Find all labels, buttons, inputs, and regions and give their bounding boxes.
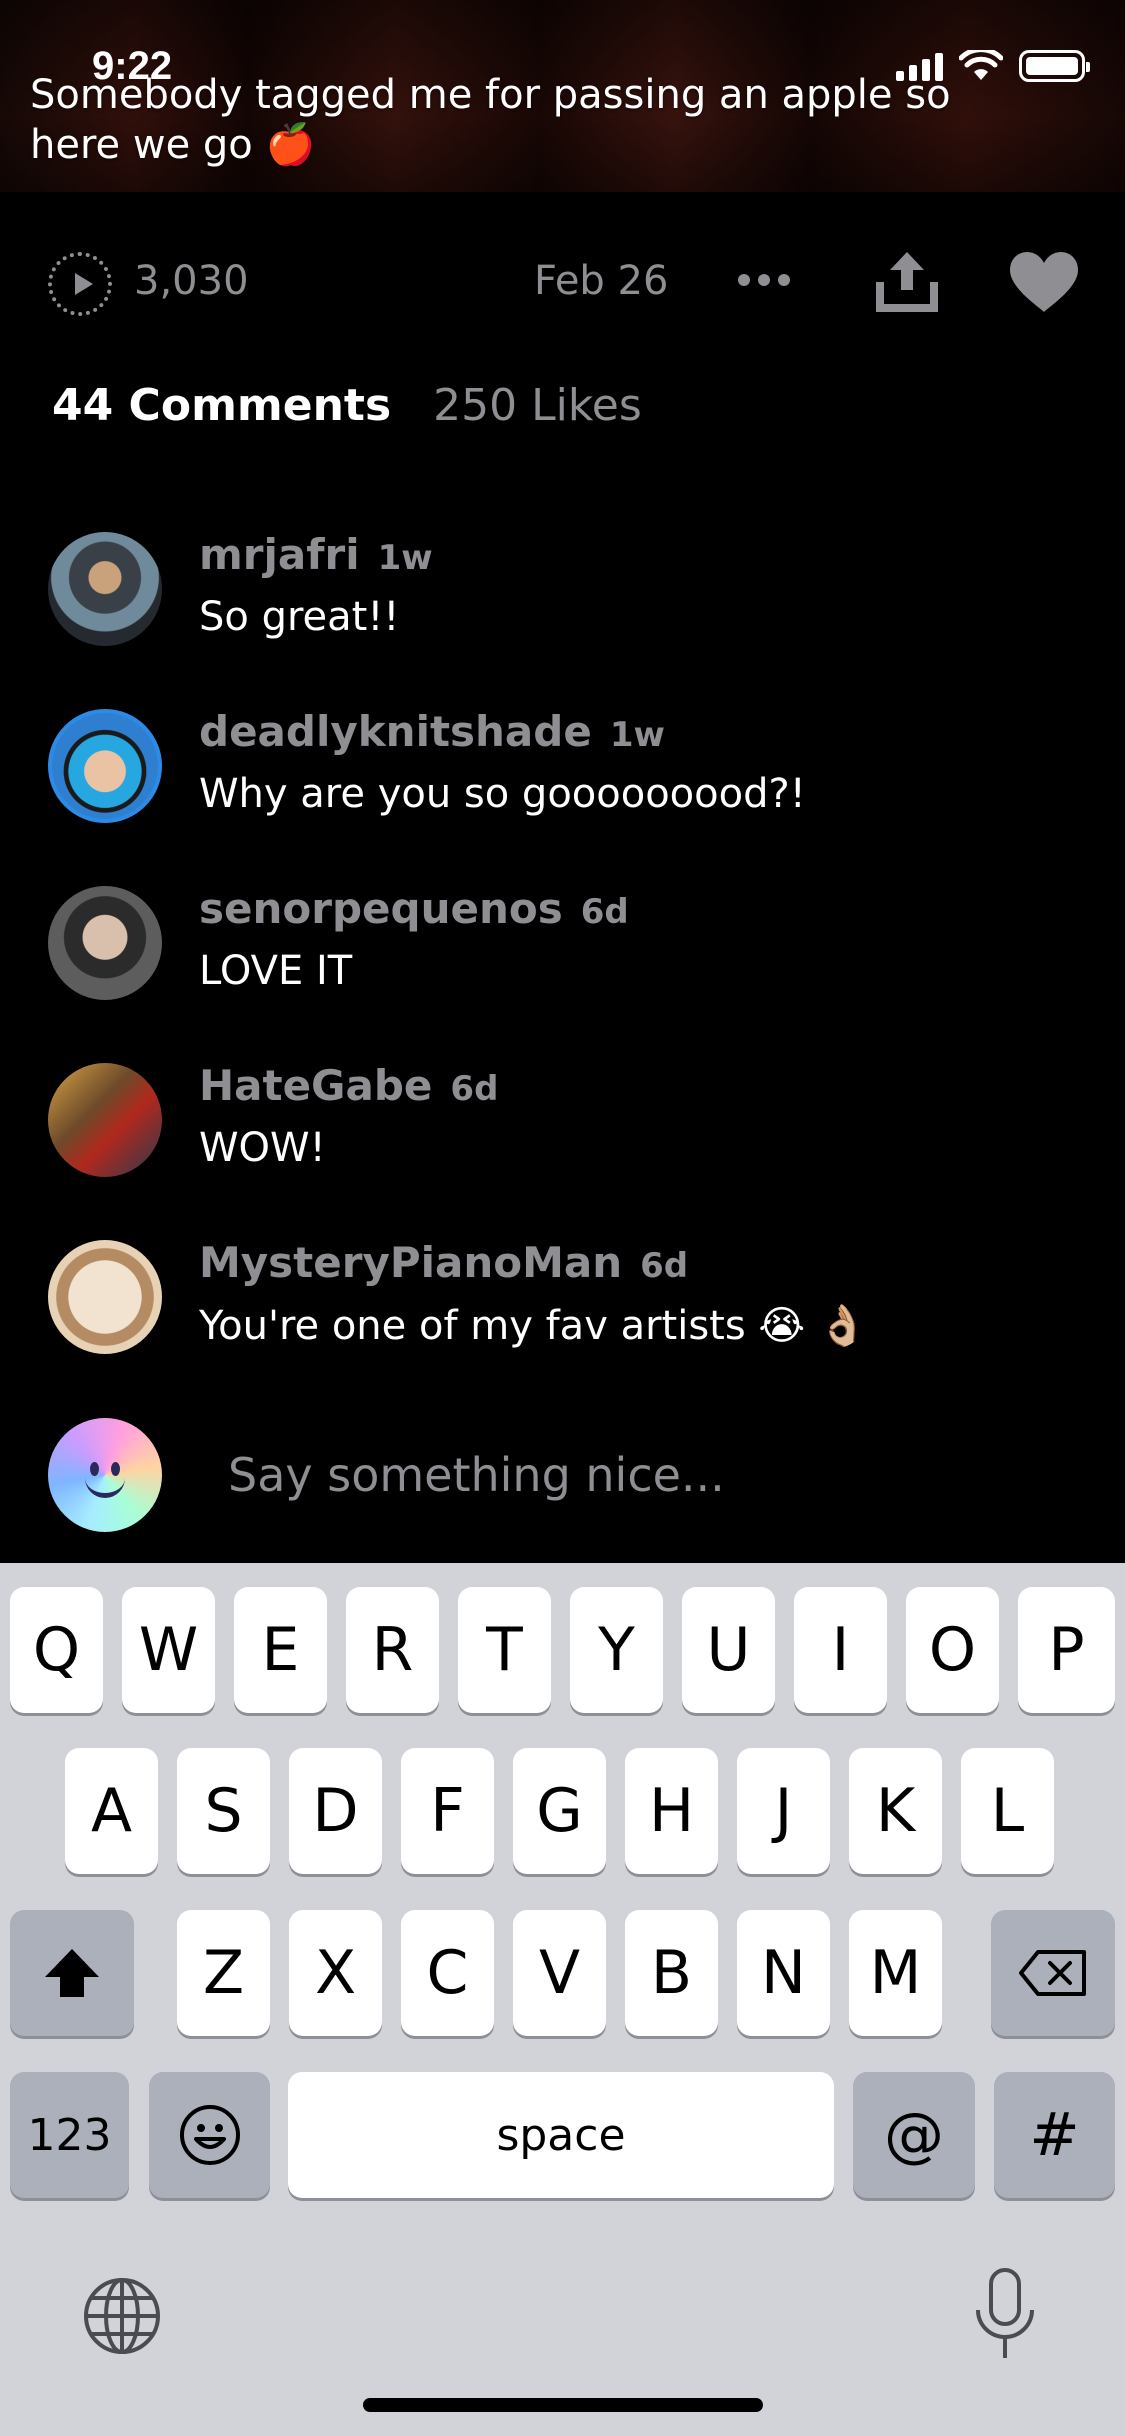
key-i[interactable]: I — [794, 1587, 887, 1713]
comment-username[interactable]: senorpequenos — [199, 884, 563, 933]
avatar[interactable] — [48, 886, 162, 1000]
globe-icon[interactable] — [82, 2276, 162, 2356]
key-g[interactable]: G — [513, 1748, 606, 1874]
post-meta-row: 3,030 Feb 26 — [0, 232, 1125, 332]
avatar[interactable] — [48, 532, 162, 646]
comment-text: LOVE IT — [199, 948, 353, 994]
home-indicator[interactable] — [363, 2398, 763, 2412]
comment-item[interactable]: senorpequenos 6d LOVE IT — [0, 854, 1125, 1004]
comment-username-row[interactable]: HateGabe 6d — [199, 1061, 498, 1110]
comment-username-row[interactable]: MysteryPianoMan 6d — [199, 1238, 688, 1287]
comment-username-row[interactable]: mrjafri 1w — [199, 530, 433, 579]
key-j[interactable]: J — [737, 1748, 830, 1874]
status-icons — [896, 50, 1090, 82]
comment-text: Why are you so gooooooood?! — [199, 771, 806, 817]
comment-text: You're one of my fav artists 😭 👌🏼 — [199, 1303, 868, 1349]
key-a[interactable]: A — [65, 1748, 158, 1874]
key-f[interactable]: F — [401, 1748, 494, 1874]
video-caption: Somebody tagged me for passing an apple … — [30, 72, 951, 168]
comment-username-row[interactable]: deadlyknitshade 1w — [199, 707, 665, 756]
post-date: Feb 26 — [534, 258, 669, 304]
key-w[interactable]: W — [122, 1587, 215, 1713]
key-s[interactable]: S — [177, 1748, 270, 1874]
comment-item[interactable]: mrjafri 1w So great!! — [0, 500, 1125, 650]
avatar[interactable] — [48, 1063, 162, 1177]
status-time: 9:22 — [92, 44, 173, 88]
comment-age: 1w — [609, 715, 665, 755]
user-avatar — [48, 1418, 162, 1532]
key-z[interactable]: Z — [177, 1910, 270, 2036]
key-k[interactable]: K — [849, 1748, 942, 1874]
comment-age: 6d — [450, 1069, 499, 1109]
key-u[interactable]: U — [682, 1587, 775, 1713]
avatar[interactable] — [48, 709, 162, 823]
comment-username-row[interactable]: senorpequenos 6d — [199, 884, 629, 933]
shift-icon — [45, 1949, 99, 1997]
key-o[interactable]: O — [906, 1587, 999, 1713]
key-x[interactable]: X — [289, 1910, 382, 2036]
more-icon[interactable] — [738, 274, 790, 286]
comment-age: 1w — [377, 538, 433, 578]
key-m[interactable]: M — [849, 1910, 942, 2036]
avatar[interactable] — [48, 1240, 162, 1354]
emoji-icon — [179, 2105, 240, 2165]
comment-input[interactable] — [228, 1440, 1048, 1510]
key-c[interactable]: C — [401, 1910, 494, 2036]
key-e[interactable]: E — [234, 1587, 327, 1713]
comment-input-row — [0, 1400, 1125, 1560]
comment-age: 6d — [580, 892, 629, 932]
key-t[interactable]: T — [458, 1587, 551, 1713]
comment-username[interactable]: deadlyknitshade — [199, 707, 592, 756]
comment-age: 6d — [640, 1246, 689, 1286]
comment-item[interactable]: MysteryPianoMan 6d You're one of my fav a… — [0, 1208, 1125, 1358]
microphone-icon[interactable] — [970, 2266, 1040, 2362]
tab-comments[interactable]: 44 Comments — [52, 380, 391, 431]
key-b[interactable]: B — [625, 1910, 718, 2036]
comment-username[interactable]: mrjafri — [199, 530, 360, 579]
numbers-key[interactable]: 123 — [10, 2072, 129, 2198]
battery-icon — [1019, 50, 1090, 82]
shift-key[interactable] — [10, 1910, 134, 2036]
comment-text: WOW! — [199, 1125, 326, 1171]
key-p[interactable]: P — [1018, 1587, 1115, 1713]
comment-tabs: 44 Comments 250 Likes — [52, 380, 642, 431]
backspace-key[interactable] — [991, 1910, 1115, 2036]
at-key[interactable]: @ — [853, 2072, 975, 2198]
comment-username[interactable]: MysteryPianoMan — [199, 1238, 622, 1287]
comment-item[interactable]: HateGabe 6d WOW! — [0, 1031, 1125, 1181]
key-l[interactable]: L — [961, 1748, 1054, 1874]
comment-text: So great!! — [199, 594, 400, 640]
key-y[interactable]: Y — [570, 1587, 663, 1713]
key-h[interactable]: H — [625, 1748, 718, 1874]
play-count-icon — [48, 252, 112, 316]
comment-username[interactable]: HateGabe — [199, 1061, 432, 1110]
comment-item[interactable]: deadlyknitshade 1w Why are you so goooooo… — [0, 677, 1125, 827]
heart-icon[interactable] — [1008, 250, 1080, 314]
play-count: 3,030 — [134, 258, 249, 304]
key-q[interactable]: Q — [10, 1587, 103, 1713]
signal-icon — [896, 51, 943, 81]
share-icon[interactable] — [872, 246, 942, 316]
emoji-key[interactable] — [149, 2072, 270, 2198]
tab-likes[interactable]: 250 Likes — [433, 380, 642, 431]
key-r[interactable]: R — [346, 1587, 439, 1713]
video-player[interactable]: 9:22 Somebody tagged me for passing an a… — [0, 0, 1125, 192]
wifi-icon — [959, 50, 1003, 80]
key-v[interactable]: V — [513, 1910, 606, 2036]
space-key[interactable]: space — [288, 2072, 834, 2198]
backspace-icon — [1019, 1950, 1086, 1996]
hash-key[interactable]: # — [994, 2072, 1115, 2198]
key-n[interactable]: N — [737, 1910, 830, 2036]
key-d[interactable]: D — [289, 1748, 382, 1874]
